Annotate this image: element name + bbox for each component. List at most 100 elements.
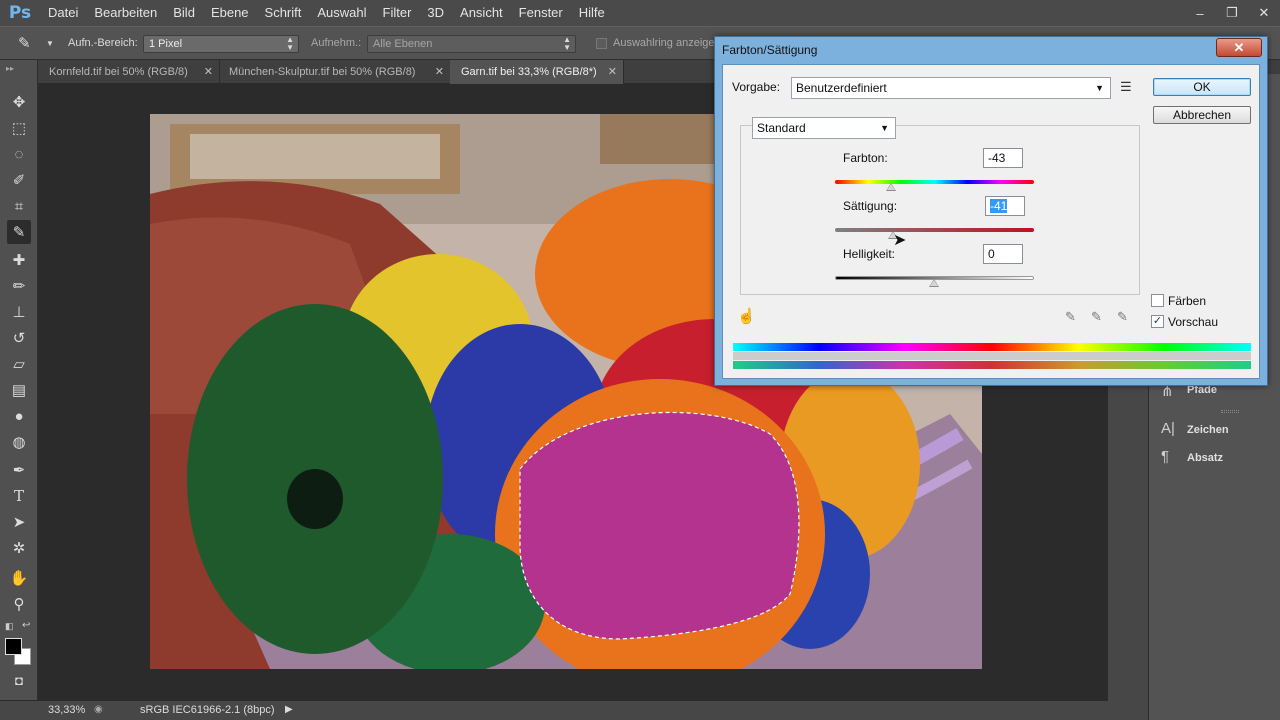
sample-layers-select[interactable]: Alle Ebenen ▲ ▼: [367, 35, 576, 53]
move-tool-icon[interactable]: ✥: [7, 90, 31, 114]
menu-auswahl[interactable]: Auswahl: [309, 0, 374, 26]
sample-size-select[interactable]: 1 Pixel ▲ ▼: [143, 35, 299, 53]
lightness-slider-thumb[interactable]: [929, 279, 939, 287]
marquee-tool-icon[interactable]: ⬚: [7, 116, 31, 140]
color-profile-text: sRGB IEC61966-2.1 (8bpc): [140, 704, 275, 716]
quick-mask-icon[interactable]: ◘: [7, 668, 31, 692]
tab-kornfeld[interactable]: Kornfeld.tif bei 50% (RGB/8) ✕: [38, 60, 220, 84]
input-color-bar: [733, 343, 1251, 351]
eyedropper-icon[interactable]: ✎: [1065, 309, 1076, 325]
menu-ebene[interactable]: Ebene: [203, 0, 257, 26]
photoshop-logo: Ps: [8, 3, 32, 23]
status-bar: 33,33% ◉ sRGB IEC61966-2.1 (8bpc) ▶: [0, 700, 1110, 720]
hue-slider-track[interactable]: [835, 180, 1034, 184]
eyedropper-minus-icon[interactable]: ✎: [1117, 309, 1128, 325]
menu-schrift[interactable]: Schrift: [257, 0, 310, 26]
restore-button[interactable]: ❐: [1216, 0, 1248, 26]
lightness-label: Helligkeit:: [843, 247, 896, 261]
tool-preset-chevron-icon[interactable]: ▼: [46, 27, 54, 60]
hue-input[interactable]: -43: [983, 148, 1023, 168]
hue-slider-thumb[interactable]: [886, 183, 896, 191]
range-bar[interactable]: [733, 352, 1251, 360]
menu-filter[interactable]: Filter: [375, 0, 420, 26]
default-colors-icon[interactable]: ◧: [5, 621, 14, 632]
colorize-checkbox[interactable]: [1151, 294, 1164, 307]
status-menu-arrow-icon[interactable]: ▶: [285, 704, 293, 715]
check-icon: ✓: [1152, 315, 1163, 327]
stamp-tool-icon[interactable]: ⊥: [7, 300, 31, 324]
saturation-slider-track[interactable]: [835, 228, 1034, 232]
brush-tool-icon[interactable]: ✏: [7, 274, 31, 298]
type-tool-icon[interactable]: T: [7, 484, 31, 508]
preset-label: Vorgabe:: [732, 80, 781, 94]
zoom-level[interactable]: 33,33%: [48, 704, 85, 716]
crop-tool-icon[interactable]: ⌗: [7, 194, 31, 218]
eyedropper-plus-icon[interactable]: ✎: [1091, 309, 1102, 325]
lasso-tool-icon[interactable]: ◌: [7, 142, 31, 166]
channel-value: Standard: [757, 121, 806, 135]
menu-ansicht[interactable]: Ansicht: [452, 0, 511, 26]
close-tab-icon[interactable]: ✕: [435, 60, 444, 84]
close-tab-icon[interactable]: ✕: [608, 60, 617, 84]
dialog-title: Farbton/Sättigung: [722, 43, 818, 57]
panel-divider[interactable]: [1221, 410, 1239, 413]
lightness-value: 0: [988, 247, 995, 261]
sample-layers-value: Alle Ebenen: [373, 38, 433, 50]
hue-label: Farbton:: [843, 151, 888, 165]
close-tab-icon[interactable]: ✕: [204, 60, 213, 84]
gradient-tool-icon[interactable]: ▤: [7, 378, 31, 402]
eyedropper-tool-icon[interactable]: ✎: [7, 220, 31, 244]
dialog-close-button[interactable]: ✕: [1216, 38, 1262, 57]
panel-item-zeichen[interactable]: Zeichen: [1187, 424, 1229, 436]
chevron-down-icon: ▼: [1095, 83, 1104, 93]
tab-label: München-Skulptur.tif bei 50% (RGB/8): [229, 66, 416, 78]
dodge-tool-icon[interactable]: ◍: [7, 430, 31, 454]
eraser-tool-icon[interactable]: ▱: [7, 352, 31, 376]
preview-checkbox[interactable]: ✓: [1151, 315, 1164, 328]
show-ring-checkbox[interactable]: [596, 38, 607, 49]
swap-colors-icon[interactable]: ↩: [22, 620, 30, 631]
hue-value: -43: [988, 151, 1006, 165]
tab-muenchen-skulptur[interactable]: München-Skulptur.tif bei 50% (RGB/8) ✕: [218, 60, 451, 84]
eyedropper-tool-icon[interactable]: ✎: [18, 27, 31, 60]
path-select-tool-icon[interactable]: ➤: [7, 510, 31, 534]
menu-bearbeiten[interactable]: Bearbeiten: [86, 0, 165, 26]
sample-label: Aufnehm.:: [311, 37, 362, 49]
menu-datei[interactable]: Datei: [40, 0, 86, 26]
hand-tool-icon[interactable]: ✋: [7, 566, 31, 590]
foreground-color-swatch[interactable]: [5, 638, 22, 655]
shape-tool-icon[interactable]: ✲: [7, 536, 31, 560]
tab-label: Garn.tif bei 33,3% (RGB/8*): [461, 66, 597, 78]
ok-button[interactable]: OK: [1153, 78, 1251, 96]
channel-select[interactable]: Standard ▼: [752, 117, 896, 139]
menu-hilfe[interactable]: Hilfe: [571, 0, 613, 26]
hue-saturation-dialog: Farbton/Sättigung ✕ Vorgabe: Benutzerdef…: [714, 36, 1268, 386]
window-controls: – ❐ ✕: [1184, 0, 1280, 26]
menu-bild[interactable]: Bild: [165, 0, 203, 26]
targeted-adjustment-hand-icon[interactable]: ☝: [737, 307, 756, 325]
tab-garn[interactable]: Garn.tif bei 33,3% (RGB/8*) ✕: [450, 60, 624, 84]
quick-select-tool-icon[interactable]: ✐: [7, 168, 31, 192]
menu-fenster[interactable]: Fenster: [511, 0, 571, 26]
cancel-button[interactable]: Abbrechen: [1153, 106, 1251, 124]
panel-item-absatz[interactable]: Absatz: [1187, 452, 1223, 464]
history-brush-tool-icon[interactable]: ↺: [7, 326, 31, 350]
sample-size-label: Aufn.-Bereich:: [68, 37, 138, 49]
menu-3d[interactable]: 3D: [419, 0, 452, 26]
minimize-button[interactable]: –: [1184, 0, 1216, 26]
lightness-input[interactable]: 0: [983, 244, 1023, 264]
tab-label: Kornfeld.tif bei 50% (RGB/8): [49, 66, 188, 78]
zoom-tool-icon[interactable]: ⚲: [7, 592, 31, 616]
preset-options-icon[interactable]: ☰: [1120, 79, 1132, 95]
healing-tool-icon[interactable]: ✚: [7, 248, 31, 272]
panel-collapse-icon[interactable]: ▸▸: [6, 64, 14, 73]
blur-tool-icon[interactable]: ●: [7, 404, 31, 428]
preset-value: Benutzerdefiniert: [796, 81, 887, 95]
show-ring-label: Auswahlring anzeigen: [613, 37, 721, 49]
preset-select[interactable]: Benutzerdefiniert ▼: [791, 77, 1111, 99]
saturation-input[interactable]: -41: [985, 196, 1025, 216]
close-app-button[interactable]: ✕: [1248, 0, 1280, 26]
pen-tool-icon[interactable]: ✒: [7, 458, 31, 482]
status-info-icon[interactable]: ◉: [94, 704, 103, 715]
menu-bar: Ps Datei Bearbeiten Bild Ebene Schrift A…: [0, 0, 1280, 26]
